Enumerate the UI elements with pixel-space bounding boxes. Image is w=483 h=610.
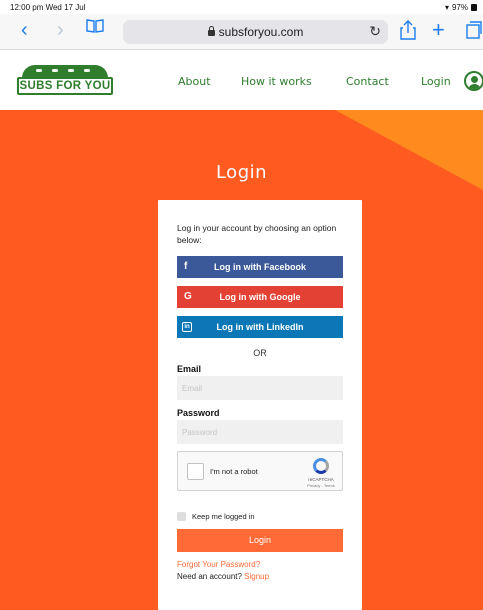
signup-link[interactable]: Signup [244,572,269,581]
battery-percent: 97% [451,3,468,12]
keep-logged-in-checkbox[interactable] [177,512,186,521]
forward-icon[interactable]: › [57,18,64,42]
logo-text: SUBS FOR YOU [17,77,113,95]
email-field[interactable] [177,376,343,400]
facebook-login-label: Log in with Facebook [214,262,306,272]
book-icon [86,19,104,33]
linkedin-login-button[interactable]: in Log in with LinkedIn [177,316,343,338]
browser-toolbar: ‹ › subsforyou.com ↻ + [0,14,483,50]
url-text: subsforyou.com [123,25,388,39]
keep-logged-in[interactable]: Keep me logged in [177,512,255,521]
page-title: Login [215,162,268,183]
status-time: 12:00 pm Wed 17 Jul [10,3,86,12]
forgot-password-link[interactable]: Forgot Your Password? [177,560,260,569]
recaptcha-label: I'm not a robot [210,467,258,476]
google-icon: G [184,291,192,302]
password-field[interactable] [177,420,343,444]
nav-about[interactable]: About [178,75,211,88]
need-account-label: Need an account? [177,572,242,581]
lock-icon [207,26,215,36]
recaptcha-checkbox[interactable] [187,463,204,480]
google-login-button[interactable]: G Log in with Google [177,286,343,308]
wifi-icon: ▾ [444,3,449,12]
email-label: Email [177,364,202,374]
facebook-login-button[interactable]: f Log in with Facebook [177,256,343,278]
recaptcha-logo-icon [313,458,329,474]
need-account-text: Need an account? Signup [177,572,269,581]
nav-contact[interactable]: Contact [346,75,389,88]
share-icon[interactable] [400,20,416,46]
recaptcha-widget: I'm not a robot reCAPTCHA Privacy - Term… [177,451,343,491]
login-intro: Log in your account by choosing an optio… [177,223,337,245]
reload-icon[interactable]: ↻ [369,23,381,40]
back-icon[interactable]: ‹ [21,18,28,42]
new-tab-icon[interactable]: + [432,18,445,42]
bookmarks-icon[interactable] [86,18,104,42]
tabs-icon[interactable] [466,21,482,45]
site-logo[interactable]: SUBS FOR YOU [17,65,113,97]
linkedin-icon: in [182,322,192,332]
password-label: Password [177,408,220,418]
nav-how-it-works[interactable]: How it works [241,75,312,88]
recaptcha-brand: reCAPTCHA [308,477,334,482]
or-divider: OR [253,348,267,358]
google-login-label: Log in with Google [219,292,301,302]
user-icon[interactable] [464,71,483,91]
keep-logged-in-label: Keep me logged in [192,512,255,521]
status-bar: 12:00 pm Wed 17 Jul ▾ 97% [0,0,483,14]
recaptcha-terms[interactable]: Privacy - Terms [304,483,338,488]
nav-login[interactable]: Login [421,75,451,88]
login-card: Log in your account by choosing an optio… [158,200,362,610]
battery-icon [471,4,477,11]
status-indicators: ▾ 97% [445,3,477,12]
login-button[interactable]: Login [177,529,343,552]
facebook-icon: f [184,261,188,272]
hero-section: Login Log in your account by choosing an… [0,110,483,610]
site-header: SUBS FOR YOU About How it works Contact … [0,50,483,110]
address-bar[interactable]: subsforyou.com ↻ [123,20,388,44]
linkedin-login-label: Log in with LinkedIn [216,322,304,332]
